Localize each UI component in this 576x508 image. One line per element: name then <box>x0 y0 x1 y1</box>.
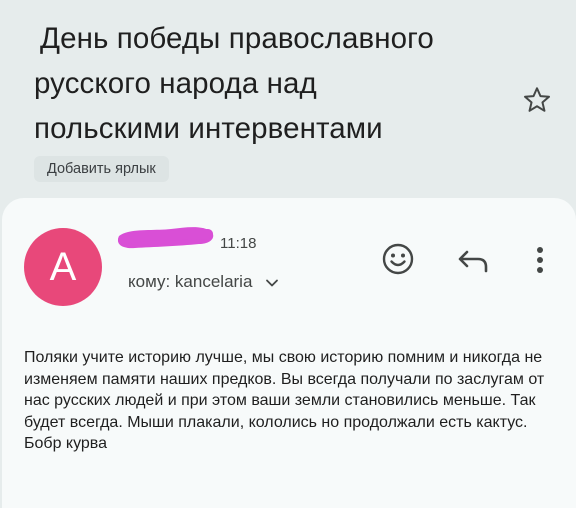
recipient-prefix: кому: <box>128 272 171 291</box>
chevron-down-icon[interactable] <box>265 278 279 288</box>
star-icon[interactable] <box>521 84 553 116</box>
sender-name-redaction <box>117 227 214 249</box>
more-vert-icon[interactable] <box>530 244 550 276</box>
reply-icon[interactable] <box>456 248 490 274</box>
sender-avatar[interactable]: A <box>24 228 102 306</box>
email-subject: День победы православного русского народ… <box>34 22 434 145</box>
recipient-details[interactable]: кому: kancelaria <box>128 272 279 292</box>
message-body: Поляки учите историю лучше, мы свою исто… <box>24 349 545 452</box>
message-time: 11:18 <box>220 235 257 252</box>
add-label-chip[interactable]: Добавить ярлык <box>34 156 169 182</box>
email-view: День победы православного русского народ… <box>0 0 576 508</box>
add-emoji-icon[interactable] <box>381 242 415 276</box>
recipient-name: kancelaria <box>174 272 253 291</box>
